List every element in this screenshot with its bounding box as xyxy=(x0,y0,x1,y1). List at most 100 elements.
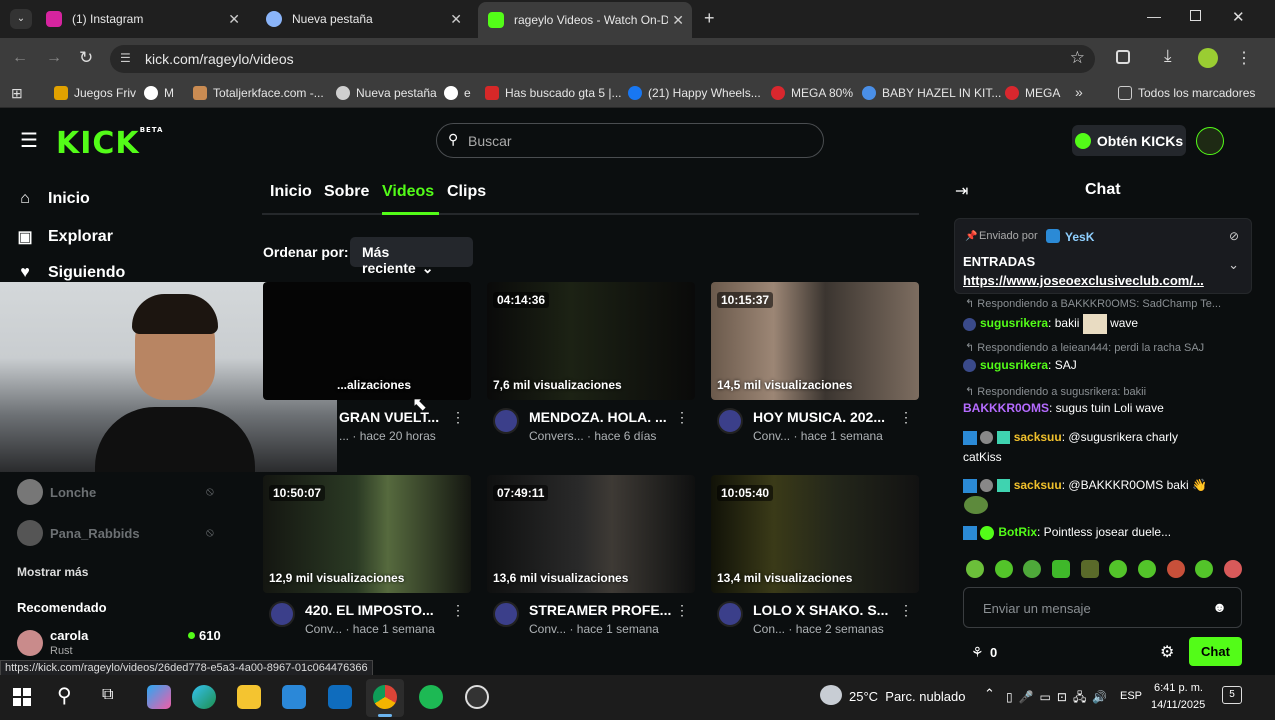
windows-start-icon[interactable] xyxy=(13,688,31,706)
chat-settings-icon[interactable]: ⚙ xyxy=(1160,642,1174,662)
user-avatar[interactable] xyxy=(1196,127,1224,155)
bookmark-item[interactable]: MEGA xyxy=(1005,86,1060,100)
more-options-icon[interactable]: ⋮ xyxy=(675,409,689,426)
clock-time[interactable]: 6:41 p. m. xyxy=(1154,682,1203,694)
edge-icon[interactable] xyxy=(192,685,216,709)
back-icon[interactable]: ← xyxy=(12,49,28,67)
emote-bar[interactable] xyxy=(966,560,1242,580)
more-options-icon[interactable]: ⋮ xyxy=(899,602,913,619)
clock-date[interactable]: 14/11/2025 xyxy=(1151,699,1205,711)
channel-avatar[interactable] xyxy=(717,601,743,627)
pinned-message[interactable]: 📌 Enviado por YesK ⊘ ENTRADAS https://ww… xyxy=(954,218,1252,294)
new-tab-icon[interactable]: + xyxy=(704,8,715,29)
more-bookmarks-icon[interactable]: » xyxy=(1075,84,1083,100)
apps-icon[interactable]: ⊞ xyxy=(11,85,23,102)
emote-icon[interactable] xyxy=(966,560,984,578)
get-kicks-button[interactable]: Obtén KICKs xyxy=(1072,125,1186,156)
channel-avatar[interactable] xyxy=(269,601,295,627)
url-field[interactable]: ☰ kick.com/rageylo/videos ☆ xyxy=(110,45,1095,73)
emote-icon[interactable] xyxy=(1080,560,1099,578)
weather-icon[interactable] xyxy=(820,685,842,705)
emote-icon[interactable] xyxy=(1109,560,1128,578)
tray-icons[interactable]: ▯🎤▭⊡🖧🔊 xyxy=(1006,688,1113,709)
extensions-icon[interactable] xyxy=(1116,50,1130,64)
show-more-link[interactable]: Mostrar más xyxy=(17,565,88,579)
emote-icon[interactable] xyxy=(1137,560,1156,578)
following-channel-name[interactable]: Lonche xyxy=(50,485,96,500)
expand-icon[interactable]: ⌄ xyxy=(1228,257,1239,273)
video-title[interactable]: STREAMER PROFE... xyxy=(529,602,671,618)
bookmark-item[interactable]: BABY HAZEL IN KIT... xyxy=(862,86,1001,100)
channel-avatar[interactable] xyxy=(717,408,743,434)
profile-avatar[interactable] xyxy=(1198,48,1218,68)
bookmark-item[interactable]: Totaljerkface.com -... xyxy=(193,86,324,100)
video-thumbnail[interactable]: 07:49:11 13,6 mil visualizaciones xyxy=(487,475,695,593)
bookmark-item[interactable]: Juegos Friv xyxy=(54,86,136,100)
sort-dropdown[interactable]: Más reciente ⌄ xyxy=(350,237,473,276)
emote-icon[interactable] xyxy=(1223,560,1242,578)
emote-icon[interactable] xyxy=(994,560,1013,578)
channel-avatar[interactable] xyxy=(17,520,43,546)
copilot-icon[interactable] xyxy=(147,685,171,709)
outlook-icon[interactable] xyxy=(328,685,352,709)
nav-explorar[interactable]: ▣ Explorar xyxy=(16,227,112,247)
video-title[interactable]: LOLO X SHAKO. S... xyxy=(753,602,888,618)
pinned-link[interactable]: https://www.joseoexclusiveclub.com/... xyxy=(963,273,1204,288)
kick-logo[interactable]: KICKBETA xyxy=(56,126,163,161)
nav-siguiendo[interactable]: ♥ Siguiendo xyxy=(16,264,125,282)
channel-avatar[interactable] xyxy=(493,408,519,434)
forward-icon[interactable]: → xyxy=(46,49,62,67)
bookmark-item[interactable]: Nueva pestaña xyxy=(336,86,437,100)
video-title[interactable]: 420. EL IMPOSTO... xyxy=(305,602,434,618)
minimize-icon[interactable]: — xyxy=(1147,8,1161,24)
bookmark-item[interactable]: Has buscado gta 5 |... xyxy=(485,86,622,100)
bookmark-item[interactable]: (21) Happy Wheels... xyxy=(628,86,761,100)
more-options-icon[interactable]: ⋮ xyxy=(451,409,465,426)
close-tab-icon[interactable]: ✕ xyxy=(450,11,462,28)
bookmark-item[interactable]: MEGA 80% xyxy=(771,86,853,100)
video-thumbnail[interactable]: 10:50:07 12,9 mil visualizaciones xyxy=(263,475,471,593)
video-title[interactable]: HOY MUSICA. 202... xyxy=(753,409,885,425)
menu-kebab-icon[interactable]: ⋮ xyxy=(1236,48,1252,68)
search-input[interactable]: ⚲ Buscar xyxy=(436,123,824,158)
tab-sobre[interactable]: Sobre xyxy=(324,183,369,201)
download-icon[interactable]: ⤓ xyxy=(1164,46,1172,66)
language-indicator[interactable]: ESP xyxy=(1120,690,1142,702)
unpin-icon[interactable]: ⊘ xyxy=(1229,229,1239,243)
tab-videos[interactable]: Videos xyxy=(382,183,434,201)
video-title[interactable]: MENDOZA. HOLA. ... xyxy=(529,409,667,425)
site-info-icon[interactable]: ☰ xyxy=(120,51,131,65)
more-options-icon[interactable]: ⋮ xyxy=(899,409,913,426)
notification-icon[interactable]: 5 xyxy=(1222,686,1242,704)
search-icon[interactable]: ⚲ xyxy=(57,683,72,708)
weather-text[interactable]: 25°C Parc. nublado xyxy=(849,689,966,704)
emote-icon[interactable] xyxy=(1195,560,1214,578)
obs-icon[interactable] xyxy=(465,685,489,709)
store-icon[interactable] xyxy=(282,685,306,709)
following-channel-name[interactable]: Pana_Rabbids xyxy=(50,526,140,541)
chrome-icon[interactable] xyxy=(373,685,397,709)
video-thumbnail[interactable]: 04:14:36 7,6 mil visualizaciones xyxy=(487,282,695,400)
emote-icon[interactable] xyxy=(1023,560,1042,578)
file-explorer-icon[interactable] xyxy=(237,685,261,709)
close-window-icon[interactable]: ✕ xyxy=(1232,8,1245,26)
maximize-icon[interactable] xyxy=(1190,10,1201,21)
close-tab-icon[interactable]: ✕ xyxy=(228,11,240,28)
points-icon[interactable]: ⚘ xyxy=(971,644,984,661)
channel-avatar[interactable] xyxy=(17,479,43,505)
video-thumbnail[interactable]: 10:15:37 14,5 mil visualizaciones xyxy=(711,282,919,400)
nav-inicio[interactable]: ⌂ Inicio xyxy=(16,190,90,208)
emote-icon[interactable] xyxy=(1166,560,1185,578)
tab-inicio[interactable]: Inicio xyxy=(270,183,312,201)
bookmark-star-icon[interactable]: ☆ xyxy=(1070,48,1085,68)
chat-input[interactable]: Enviar un mensaje ☻ xyxy=(963,587,1242,628)
recommended-channel-name[interactable]: carola xyxy=(50,628,88,643)
reload-icon[interactable]: ↻ xyxy=(79,48,93,68)
close-tab-icon[interactable]: ✕ xyxy=(672,12,684,29)
tab-nueva-pestana[interactable]: Nueva pestaña ✕ xyxy=(256,4,470,34)
tray-chevron-icon[interactable]: ⌃ xyxy=(984,686,995,702)
tab-clips[interactable]: Clips xyxy=(447,183,486,201)
more-options-icon[interactable]: ⋮ xyxy=(451,602,465,619)
more-options-icon[interactable]: ⋮ xyxy=(675,602,689,619)
video-thumbnail[interactable]: 10:05:40 13,4 mil visualizaciones xyxy=(711,475,919,593)
